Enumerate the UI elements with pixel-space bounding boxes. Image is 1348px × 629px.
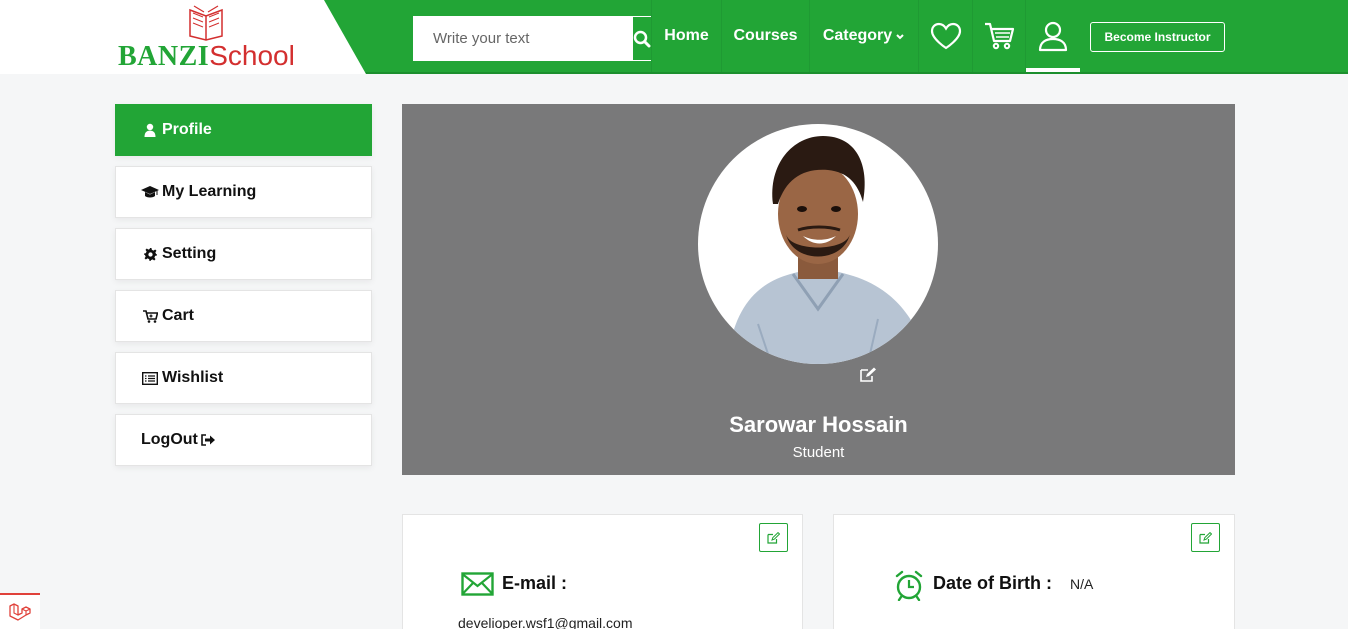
laravel-debugbar-toggle[interactable] [0,593,40,629]
profile-name: Sarowar Hossain [729,412,908,437]
search-icon [633,30,651,47]
user-icon [1038,21,1068,52]
edit-email-button[interactable] [759,523,788,552]
dob-label: Date of Birth : [933,573,1052,593]
sidebar-item-setting[interactable]: Setting [115,228,372,280]
nav-home-label: Home [664,27,709,44]
profile-banner: Sarowar Hossain Student [402,104,1235,475]
sidebar-item-label: Setting [162,245,217,262]
sidebar-item-label: Profile [162,121,212,138]
edit-dob-button[interactable] [1191,523,1220,552]
edit-avatar-icon[interactable] [859,367,877,383]
sign-out-icon [200,434,218,446]
nav-courses-label: Courses [733,27,798,44]
site-logo[interactable]: BANZISchool [118,40,295,73]
sidebar-item-logout[interactable]: LogOut [115,414,372,466]
cart-icon [985,22,1015,50]
search-button[interactable] [632,16,652,61]
email-value: develioper.wsf1@gmail.com [458,615,633,629]
gear-icon [141,247,159,261]
nav-home[interactable]: Home [651,0,721,72]
laravel-logo-icon [9,603,31,621]
alarm-clock-icon [895,570,923,601]
envelope-icon [461,572,494,596]
graduation-cap-icon [141,186,159,198]
avatar-photo [708,134,928,364]
sidebar-item-label: My Learning [162,183,257,200]
dob-value: N/A [1070,576,1094,592]
user-icon [141,123,159,137]
sidebar-item-label: LogOut [141,431,198,448]
email-label: E-mail : [502,573,568,593]
sidebar-item-profile[interactable]: Profile [115,104,372,156]
top-navbar: BANZISchool Home Courses Category [0,0,1348,74]
nav-category[interactable]: Category [809,0,918,72]
sidebar-item-label: Cart [162,307,195,324]
nav-courses[interactable]: Courses [721,0,809,72]
nav-cart[interactable] [972,0,1025,72]
logo-text-banzi: BANZI [118,41,210,72]
profile-role: Student [792,444,845,461]
nav-category-label: Category [822,27,893,44]
nav-profile[interactable] [1025,0,1080,72]
avatar [698,124,938,364]
heart-icon [930,22,961,50]
become-instructor-button[interactable]: Become Instructor [1090,22,1225,52]
logo-text-school: School [209,40,295,71]
sidebar-item-cart[interactable]: Cart [115,290,372,342]
search-input[interactable] [413,16,632,61]
nav-wishlist[interactable] [918,0,972,72]
list-icon [141,371,159,385]
book-logo-icon [189,5,223,41]
search-box [412,15,652,62]
dob-card: Date of Birth : N/A [833,514,1235,629]
cart-icon [141,309,159,323]
sidebar-item-my-learning[interactable]: My Learning [115,166,372,218]
sidebar-item-wishlist[interactable]: Wishlist [115,352,372,404]
email-card: E-mail : develioper.wsf1@gmail.com [402,514,803,629]
chevron-down-icon [896,34,904,40]
sidebar-item-label: Wishlist [162,369,224,386]
edit-icon [1199,531,1212,544]
logo-area: BANZISchool [0,0,366,74]
edit-icon [767,531,780,544]
